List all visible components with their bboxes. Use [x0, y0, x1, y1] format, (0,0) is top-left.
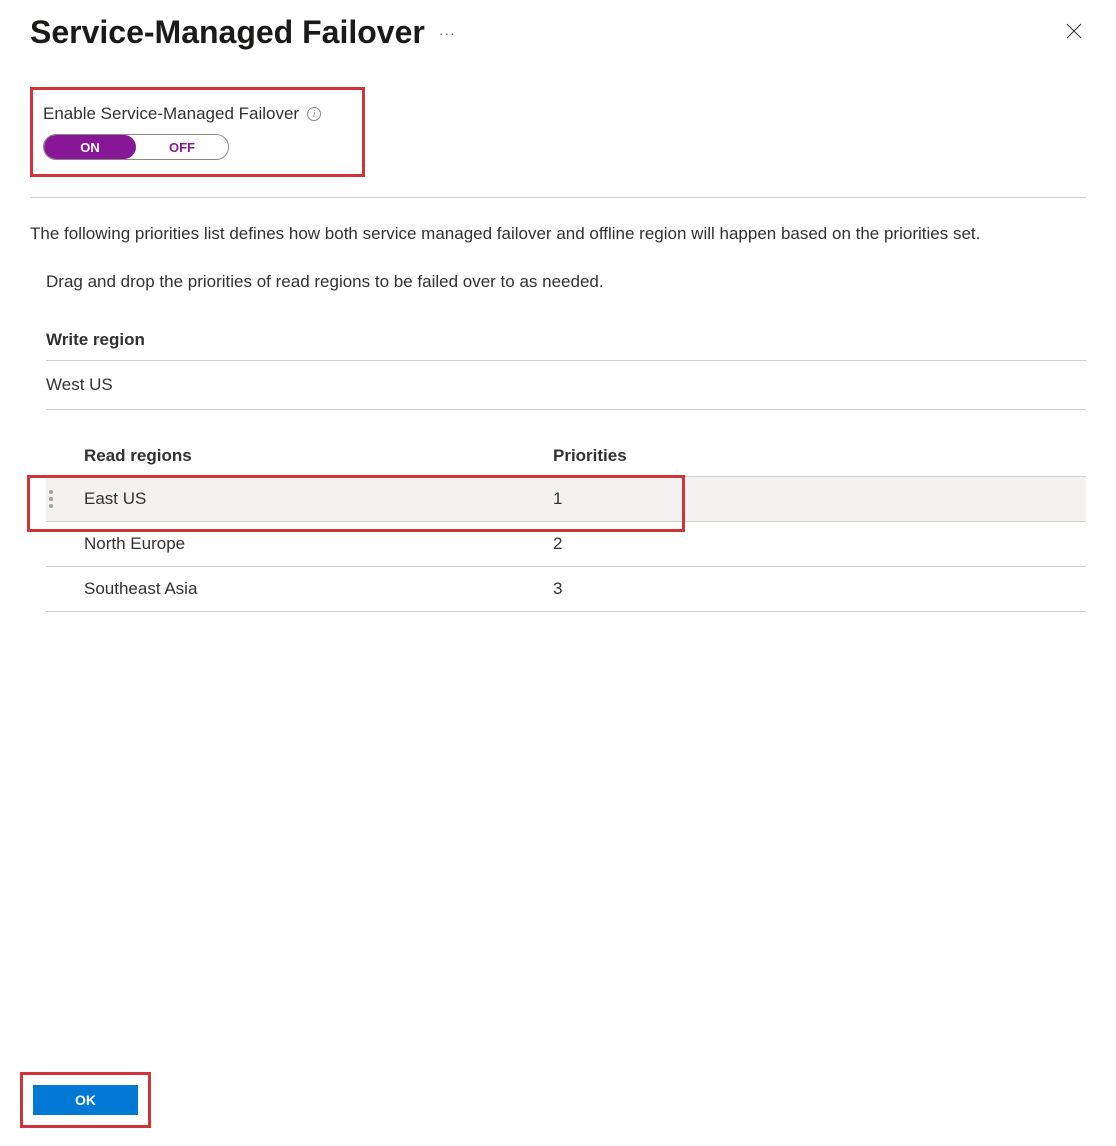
footer: OK [20, 1072, 151, 1128]
subdescription-text: Drag and drop the priorities of read reg… [30, 270, 1086, 294]
region-priority: 3 [553, 579, 1086, 599]
write-region-header: Write region [46, 320, 1086, 361]
region-priority: 1 [553, 489, 1086, 509]
read-regions-header-row: Read regions Priorities [46, 432, 1086, 477]
close-icon [1066, 23, 1082, 39]
toggle-label: Enable Service-Managed Failover [43, 104, 299, 124]
regions-section: Write region West US Read regions Priori… [30, 320, 1086, 612]
failover-toggle[interactable]: ON OFF [43, 134, 229, 160]
drag-handle-icon[interactable] [49, 490, 53, 508]
read-region-row[interactable]: North Europe 2 [46, 522, 1086, 567]
toggle-label-row: Enable Service-Managed Failover i [43, 104, 348, 124]
content-area: Enable Service-Managed Failover i ON OFF… [0, 61, 1116, 612]
write-region-value: West US [46, 361, 1086, 410]
region-priority: 2 [553, 534, 1086, 554]
divider [30, 197, 1086, 198]
toggle-on[interactable]: ON [44, 135, 136, 159]
page-title: Service-Managed Failover [30, 14, 425, 51]
read-region-row[interactable]: Southeast Asia 3 [46, 567, 1086, 612]
read-region-row[interactable]: East US 1 [46, 477, 1086, 522]
region-name: East US [46, 489, 553, 509]
toggle-off[interactable]: OFF [136, 135, 228, 159]
toggle-section: Enable Service-Managed Failover i ON OFF [30, 87, 365, 177]
ok-highlight-box: OK [20, 1072, 151, 1128]
region-name: North Europe [46, 534, 553, 554]
close-button[interactable] [1062, 19, 1086, 46]
priorities-col-header: Priorities [553, 446, 1086, 466]
description-text: The following priorities list defines ho… [30, 222, 1086, 246]
info-icon[interactable]: i [307, 107, 321, 121]
region-name: Southeast Asia [46, 579, 553, 599]
overflow-menu-icon[interactable]: ··· [439, 25, 456, 41]
header-left: Service-Managed Failover ··· [30, 14, 456, 51]
ok-button[interactable]: OK [33, 1085, 138, 1115]
read-regions-col-header: Read regions [46, 446, 553, 466]
page-header: Service-Managed Failover ··· [0, 0, 1116, 61]
